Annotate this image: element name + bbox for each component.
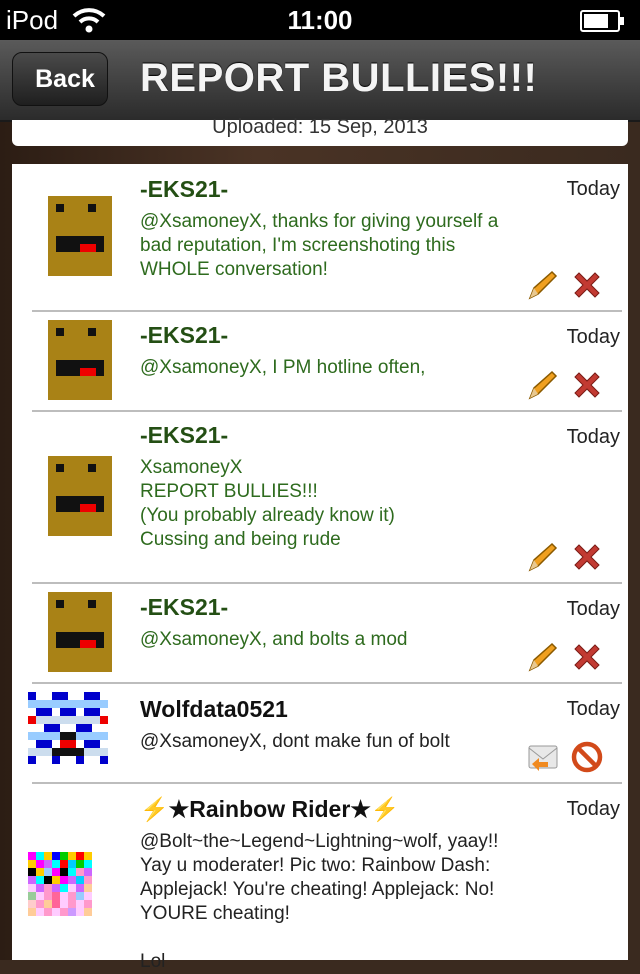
commenter-name[interactable]: -EKS21- [140, 594, 228, 621]
battery-icon [580, 10, 624, 32]
delete-icon[interactable] [570, 540, 604, 574]
comment-date: Today [566, 326, 620, 348]
comment-date: Today [566, 598, 620, 620]
avatar-blue-pixel[interactable] [28, 692, 108, 772]
upload-date: Uploaded: 15 Sep, 2013 [12, 117, 628, 146]
delete-icon[interactable] [570, 368, 604, 402]
comment-row: Wolfdata0521 Today @XsamoneyX, dont make… [28, 684, 622, 784]
comment-row: ⚡★Rainbow Rider★⚡ Today @Bolt~the~Legend… [28, 784, 622, 972]
reply-mail-icon[interactable] [526, 740, 560, 774]
commenter-name[interactable]: Wolfdata0521 [140, 696, 288, 723]
comment-text: @XsamoneyX, and bolts a mod [140, 629, 408, 650]
comment-list[interactable]: -EKS21- Today @XsamoneyX, thanks for giv… [12, 164, 628, 972]
clock: 11:00 [287, 5, 353, 35]
comment-date: Today [566, 178, 620, 200]
comment-text: @XsamoneyX, thanks for giving yourself a… [140, 211, 499, 280]
pencil-icon[interactable] [526, 640, 560, 674]
comment-date: Today [566, 426, 620, 448]
avatar-rainbow-pixel[interactable] [28, 852, 108, 932]
commenter-name[interactable]: ⚡★Rainbow Rider★⚡ [140, 796, 400, 823]
comment-text: @XsamoneyX, dont make fun of bolt [140, 731, 450, 752]
comment-text: XsamoneyX REPORT BULLIES!!! (You probabl… [140, 457, 395, 550]
pencil-icon[interactable] [526, 268, 560, 302]
avatar-face[interactable] [40, 196, 120, 276]
avatar-face[interactable] [40, 320, 120, 400]
comment-text: @XsamoneyX, I PM hotline often, [140, 357, 426, 378]
avatar-face[interactable] [40, 592, 120, 672]
comment-row: -EKS21- Today @XsamoneyX, and bolts a mo… [32, 584, 622, 684]
comment-text: @Bolt~the~Legend~Lightning~wolf, yaay!! … [140, 831, 499, 972]
avatar-face[interactable] [40, 456, 120, 536]
block-icon[interactable] [570, 740, 604, 774]
comment-row: -EKS21- Today XsamoneyX REPORT BULLIES!!… [32, 412, 622, 584]
pencil-icon[interactable] [526, 540, 560, 574]
delete-icon[interactable] [570, 268, 604, 302]
delete-icon[interactable] [570, 640, 604, 674]
status-bar: iPod 11:00 [0, 0, 640, 40]
commenter-name[interactable]: -EKS21- [140, 422, 228, 449]
comment-date: Today [566, 698, 620, 720]
navigation-bar: Back REPORT BULLIES!!! [0, 40, 640, 122]
comment-date: Today [566, 798, 620, 820]
back-button[interactable]: Back [12, 52, 108, 106]
comment-row: -EKS21- Today @XsamoneyX, I PM hotline o… [32, 312, 622, 412]
page-title: REPORT BULLIES!!! [140, 56, 538, 100]
commenter-name[interactable]: -EKS21- [140, 322, 228, 349]
comment-row: -EKS21- Today @XsamoneyX, thanks for giv… [32, 164, 622, 312]
commenter-name[interactable]: -EKS21- [140, 176, 228, 203]
pencil-icon[interactable] [526, 368, 560, 402]
